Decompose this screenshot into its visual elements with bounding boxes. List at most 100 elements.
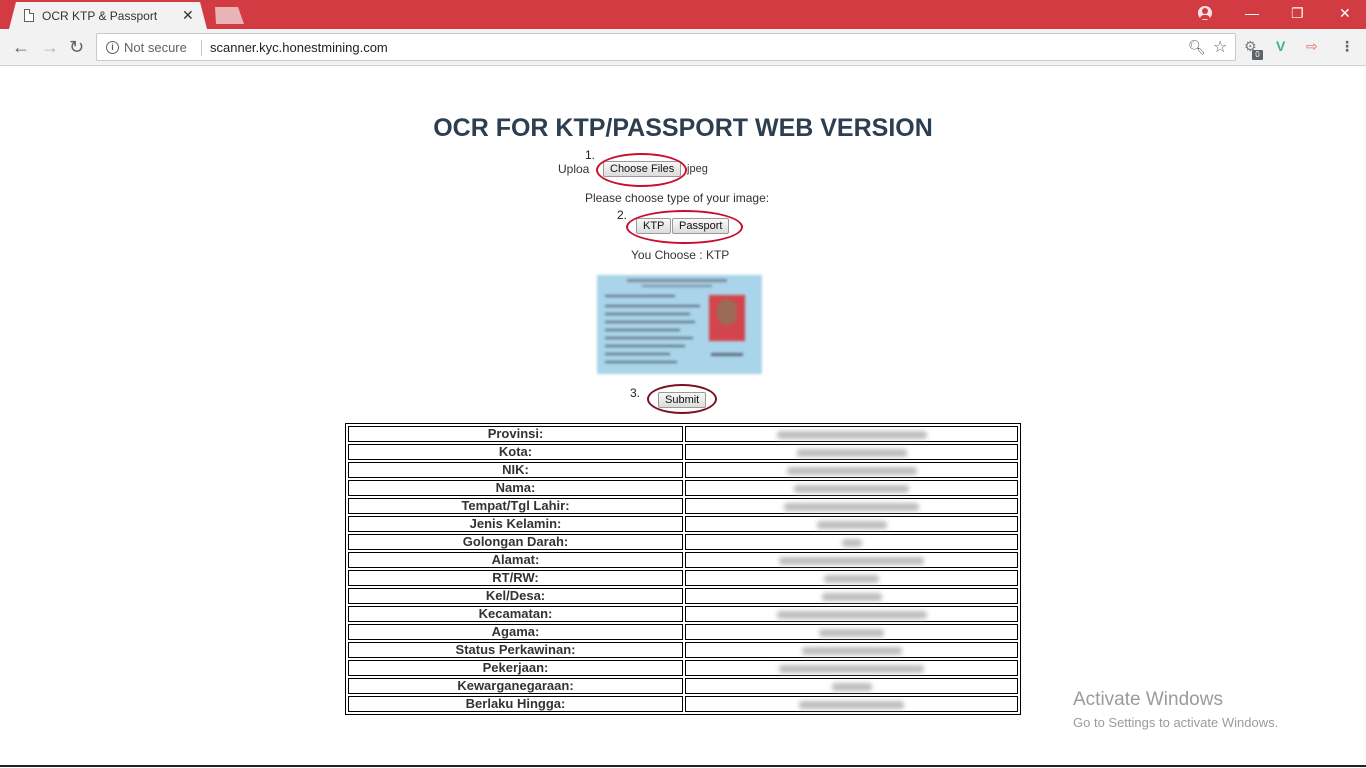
vue-devtools-icon[interactable]: V: [1276, 38, 1285, 54]
table-row: Kel/Desa:: [348, 588, 1018, 604]
tab-title: OCR KTP & Passport: [42, 9, 158, 23]
bookmark-star-icon[interactable]: ☆: [1213, 37, 1227, 57]
field-value: [685, 480, 1018, 496]
field-label: Alamat:: [348, 552, 683, 568]
field-label: Kewarganegaraan:: [348, 678, 683, 694]
field-label: Pekerjaan:: [348, 660, 683, 676]
field-value: [685, 642, 1018, 658]
results-body: Provinsi: Kota: NIK: Nama: Tempat/Tgl Lahir:…: [348, 426, 1018, 712]
field-value: [685, 606, 1018, 622]
redacted-value: [796, 448, 907, 457]
field-label: Kecamatan:: [348, 606, 683, 622]
zoom-icon[interactable]: 🔍︎: [1188, 39, 1206, 56]
field-label: Berlaku Hingga:: [348, 696, 683, 712]
field-value: [685, 498, 1018, 514]
step-1-number: 1.: [585, 148, 596, 162]
redacted-value: [801, 646, 902, 655]
field-value: [685, 570, 1018, 586]
field-value: [685, 624, 1018, 640]
extension-arrow-icon[interactable]: ⇨: [1306, 38, 1318, 54]
field-label: Nama:: [348, 480, 683, 496]
annotation-circle-2: [626, 210, 743, 244]
url-text[interactable]: scanner.kyc.honestmining.com: [210, 40, 388, 55]
forward-icon[interactable]: →: [41, 37, 59, 57]
table-row: Kecamatan:: [348, 606, 1018, 622]
field-label: NIK:: [348, 462, 683, 478]
browser-toolbar: ← → ↻ i Not secure scanner.kyc.honestmin…: [0, 29, 1366, 66]
security-label[interactable]: Not secure: [124, 40, 187, 55]
redacted-value: [786, 466, 917, 475]
redacted-value: [779, 664, 924, 673]
field-label: Kota:: [348, 444, 683, 460]
field-value: [685, 444, 1018, 460]
upload-label: Uploa: [558, 162, 590, 176]
page-title: OCR FOR KTP/PASSPORT WEB VERSION: [433, 114, 933, 142]
activate-windows-title: Activate Windows: [1073, 689, 1223, 710]
table-row: Kota:: [348, 444, 1018, 460]
field-label: Kel/Desa:: [348, 588, 683, 604]
table-row: Jenis Kelamin:: [348, 516, 1018, 532]
browser-tab-active[interactable]: OCR KTP & Passport ✕: [9, 2, 207, 29]
field-value: [685, 534, 1018, 550]
address-separator: [201, 40, 202, 56]
tab-close-icon[interactable]: ✕: [182, 7, 194, 23]
redacted-value: [799, 700, 904, 709]
annotation-circle-1: [596, 153, 687, 187]
uploaded-ktp-image: [597, 275, 762, 374]
table-row: Kewarganegaraan:: [348, 678, 1018, 694]
extension-badge: 0: [1252, 50, 1263, 60]
profile-icon[interactable]: [1198, 6, 1212, 20]
redacted-value: [841, 538, 862, 547]
field-label: Status Perkawinan:: [348, 642, 683, 658]
table-row: Status Perkawinan:: [348, 642, 1018, 658]
restore-icon[interactable]: ❐: [1291, 4, 1304, 22]
table-row: Nama:: [348, 480, 1018, 496]
table-row: Provinsi:: [348, 426, 1018, 442]
new-tab-button[interactable]: [215, 7, 244, 24]
field-label: Jenis Kelamin:: [348, 516, 683, 532]
field-value: [685, 462, 1018, 478]
table-row: Golongan Darah:: [348, 534, 1018, 550]
redacted-value: [779, 556, 924, 565]
field-value: [685, 678, 1018, 694]
chosen-type: You Choose : KTP: [631, 248, 730, 262]
redacted-value: [824, 574, 879, 583]
table-row: Agama:: [348, 624, 1018, 640]
field-value: [685, 660, 1018, 676]
file-name: .jpeg: [684, 163, 708, 175]
annotation-circle-3: [647, 384, 717, 414]
step-3-number: 3.: [630, 386, 641, 400]
table-row: RT/RW:: [348, 570, 1018, 586]
redacted-value: [776, 610, 927, 619]
page-icon: [24, 9, 34, 22]
table-row: Berlaku Hingga:: [348, 696, 1018, 712]
type-prompt: Please choose type of your image:: [585, 191, 770, 205]
step-2-number: 2.: [617, 208, 628, 222]
table-row: Alamat:: [348, 552, 1018, 568]
back-icon[interactable]: ←: [12, 37, 30, 57]
field-value: [685, 426, 1018, 442]
field-label: RT/RW:: [348, 570, 683, 586]
ocr-results-table: Provinsi: Kota: NIK: Nama: Tempat/Tgl Lahir:…: [345, 423, 1021, 715]
redacted-value: [816, 520, 887, 529]
field-label: Golongan Darah:: [348, 534, 683, 550]
field-value: [685, 696, 1018, 712]
page-bottom-border: [0, 765, 1366, 767]
redacted-value: [821, 592, 882, 601]
redacted-value: [784, 502, 919, 511]
field-value: [685, 552, 1018, 568]
redacted-value: [819, 628, 884, 637]
table-row: Pekerjaan:: [348, 660, 1018, 676]
redacted-value: [794, 484, 909, 493]
info-icon[interactable]: i: [106, 41, 119, 54]
menu-icon[interactable]: ⋮: [1340, 38, 1354, 54]
minimize-icon[interactable]: —: [1245, 4, 1259, 22]
table-row: NIK:: [348, 462, 1018, 478]
address-bar[interactable]: i Not secure scanner.kyc.honestmining.co…: [96, 33, 1236, 61]
reload-icon[interactable]: ↻: [69, 37, 84, 57]
field-label: Agama:: [348, 624, 683, 640]
close-window-icon[interactable]: ✕: [1339, 4, 1351, 22]
field-value: [685, 516, 1018, 532]
field-value: [685, 588, 1018, 604]
field-label: Tempat/Tgl Lahir:: [348, 498, 683, 514]
